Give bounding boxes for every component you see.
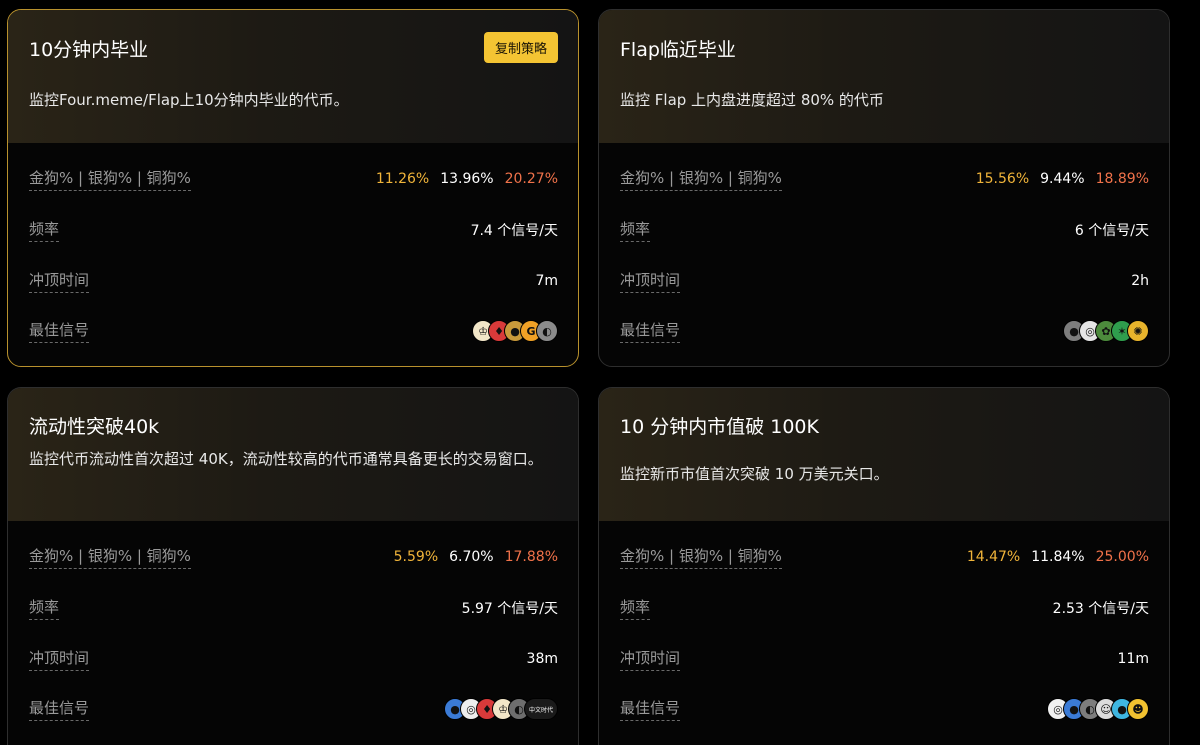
strategy-card-liquidity-40k[interactable]: 流动性突破40k 监控代币流动性首次超过 40K，流动性较高的代币通常具备更长的… (7, 387, 579, 745)
card-description: 监控 Flap 上内盘进度超过 80% 的代币 (620, 91, 884, 109)
strategy-card-flap-near-graduate[interactable]: Flap临近毕业 监控 Flap 上内盘进度超过 80% 的代币 金狗% | 银… (598, 9, 1170, 367)
peak-time-label[interactable]: 冲顶时间 (620, 647, 681, 671)
peak-time-row: 冲顶时间 11m (620, 644, 1149, 674)
gold-pct: 5.59% (393, 549, 439, 565)
strategy-card-graduate-10min[interactable]: 10分钟内毕业 复制策略 监控Four.meme/Flap上10分钟内毕业的代币… (7, 9, 579, 367)
yellow-face-token-icon[interactable]: ☻ (1127, 698, 1149, 720)
metrics-values: 14.47% 11.84% 25.00% (967, 549, 1149, 565)
best-signal-label[interactable]: 最佳信号 (29, 697, 90, 721)
frequency-label[interactable]: 频率 (29, 596, 60, 620)
bronze-pct: 17.88% (504, 549, 558, 565)
card-header (599, 10, 1169, 143)
gold-pct: 11.26% (375, 171, 430, 187)
bronze-pct: 20.27% (504, 171, 558, 187)
best-signal-avatars: ♔ ♦ ● G ◐ (472, 320, 558, 342)
card-description: 监控代币流动性首次超过 40K，流动性较高的代币通常具备更长的交易窗口。 (29, 450, 543, 468)
frequency-row: 频率 5.97 个信号/天 (29, 593, 558, 623)
card-title: Flap临近毕业 (620, 39, 736, 61)
silver-pct: 6.70% (449, 549, 494, 565)
peak-time-label[interactable]: 冲顶时间 (29, 647, 90, 671)
peak-time-row: 冲顶时间 7m (29, 266, 558, 296)
best-signal-label[interactable]: 最佳信号 (620, 319, 681, 343)
best-signal-row: 最佳信号 ◎ ● ◐ ☺ ● ☻ (620, 694, 1149, 724)
best-signal-row: 最佳信号 ● ◎ ♦ ♔ ◐ 中文时代 (29, 694, 558, 724)
bronze-pct: 25.00% (1095, 549, 1149, 565)
best-signal-avatars: ● ◎ ✿ ✶ ✺ (1063, 320, 1149, 342)
sun-token-icon[interactable]: ✺ (1127, 320, 1149, 342)
silver-pct: 9.44% (1040, 171, 1085, 187)
frequency-row: 频率 2.53 个信号/天 (620, 593, 1149, 623)
metrics-values: 15.56% 9.44% 18.89% (976, 171, 1149, 187)
frequency-value: 5.97 个信号/天 (461, 601, 558, 617)
card-description: 监控新币市值首次突破 10 万美元关口。 (620, 465, 889, 483)
card-title: 10分钟内毕业 (29, 39, 149, 61)
frequency-row: 频率 6 个信号/天 (620, 215, 1149, 245)
best-signal-label[interactable]: 最佳信号 (620, 697, 681, 721)
frequency-row: 频率 7.4 个信号/天 (29, 215, 558, 245)
peak-time-label[interactable]: 冲顶时间 (620, 269, 681, 293)
mono-token-icon[interactable]: ◐ (536, 320, 558, 342)
metrics-label[interactable]: 金狗% | 银狗% | 铜狗% (620, 545, 782, 569)
metrics-row: 金狗% | 银狗% | 铜狗% 11.26% 13.96% 20.27% (29, 164, 558, 194)
chinese-era-token-icon[interactable]: 中文时代 (524, 698, 558, 720)
bronze-pct: 18.89% (1095, 171, 1149, 187)
card-title: 10 分钟内市值破 100K (620, 416, 819, 438)
card-header (8, 10, 578, 143)
metrics-label[interactable]: 金狗% | 银狗% | 铜狗% (620, 167, 782, 191)
metrics-label[interactable]: 金狗% | 银狗% | 铜狗% (29, 545, 191, 569)
strategy-card-mcap-100k[interactable]: 10 分钟内市值破 100K 监控新币市值首次突破 10 万美元关口。 金狗% … (598, 387, 1170, 745)
copy-strategy-button[interactable]: 复制策略 (483, 32, 558, 63)
best-signal-avatars: ● ◎ ♦ ♔ ◐ 中文时代 (444, 698, 558, 720)
best-signal-avatars: ◎ ● ◐ ☺ ● ☻ (1047, 698, 1149, 720)
peak-time-value: 11m (1117, 651, 1149, 667)
metrics-values: 5.59% 6.70% 17.88% (394, 549, 558, 565)
frequency-value: 2.53 个信号/天 (1052, 601, 1149, 617)
best-signal-row: 最佳信号 ● ◎ ✿ ✶ ✺ (620, 316, 1149, 346)
silver-pct: 11.84% (1031, 549, 1085, 565)
card-description: 监控Four.meme/Flap上10分钟内毕业的代币。 (29, 91, 349, 109)
frequency-label[interactable]: 频率 (620, 596, 651, 620)
peak-time-value: 38m (526, 651, 558, 667)
frequency-value: 7.4 个信号/天 (470, 223, 558, 239)
peak-time-row: 冲顶时间 2h (620, 266, 1149, 296)
peak-time-label[interactable]: 冲顶时间 (29, 269, 90, 293)
gold-pct: 14.47% (966, 549, 1021, 565)
peak-time-row: 冲顶时间 38m (29, 644, 558, 674)
metrics-row: 金狗% | 银狗% | 铜狗% 15.56% 9.44% 18.89% (620, 164, 1149, 194)
frequency-label[interactable]: 频率 (29, 218, 60, 242)
frequency-value: 6 个信号/天 (1074, 223, 1149, 239)
peak-time-value: 2h (1131, 273, 1149, 289)
best-signal-label[interactable]: 最佳信号 (29, 319, 90, 343)
card-header (599, 388, 1169, 521)
gold-pct: 15.56% (975, 171, 1030, 187)
peak-time-value: 7m (535, 273, 558, 289)
metrics-row: 金狗% | 银狗% | 铜狗% 14.47% 11.84% 25.00% (620, 542, 1149, 572)
card-title: 流动性突破40k (29, 416, 160, 438)
metrics-row: 金狗% | 银狗% | 铜狗% 5.59% 6.70% 17.88% (29, 542, 558, 572)
silver-pct: 13.96% (440, 171, 494, 187)
metrics-values: 11.26% 13.96% 20.27% (376, 171, 558, 187)
best-signal-row: 最佳信号 ♔ ♦ ● G ◐ (29, 316, 558, 346)
metrics-label[interactable]: 金狗% | 银狗% | 铜狗% (29, 167, 191, 191)
frequency-label[interactable]: 频率 (620, 218, 651, 242)
